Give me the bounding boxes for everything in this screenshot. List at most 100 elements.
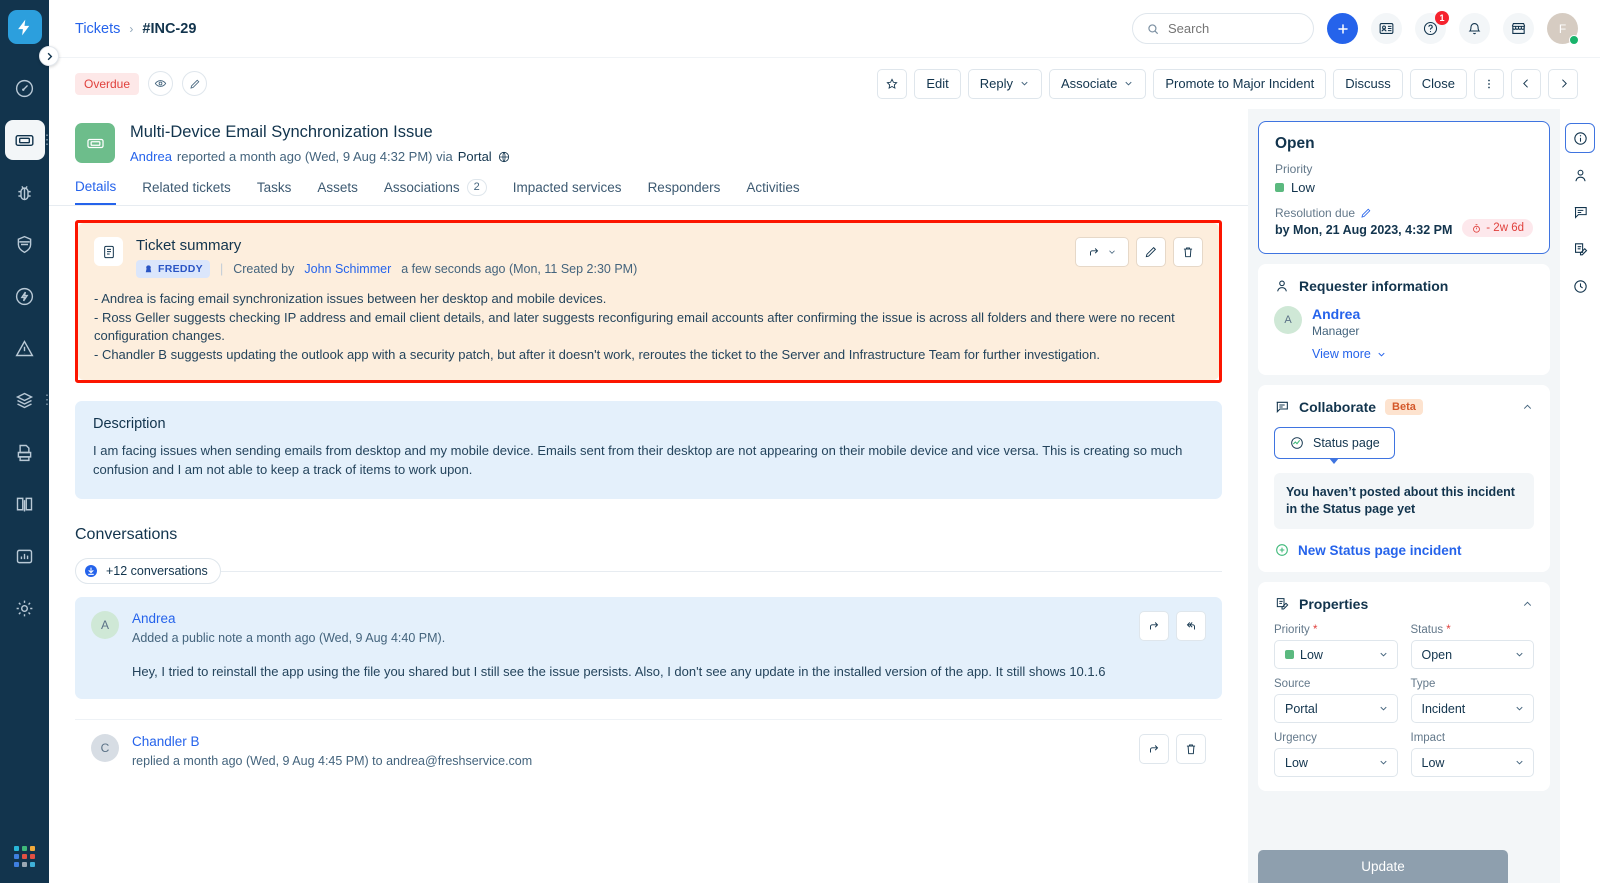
notifications-button[interactable] <box>1459 13 1490 44</box>
globe-icon <box>497 150 511 164</box>
tab-assets[interactable]: Assets <box>317 179 358 205</box>
chevron-down-icon <box>1514 757 1525 768</box>
quick-edit-button[interactable] <box>182 71 208 96</box>
sidebar-tickets-more-icon[interactable]: ⋮ <box>41 133 54 146</box>
beta-badge: Beta <box>1385 399 1423 415</box>
breadcrumb-separator: › <box>129 21 134 36</box>
breadcrumb-tickets-link[interactable]: Tickets <box>75 21 120 37</box>
sidebar-collapse-toggle[interactable] <box>39 46 59 66</box>
required-marker: * <box>1309 624 1318 636</box>
priority-select[interactable]: Low <box>1274 640 1398 669</box>
avatar: A <box>91 611 119 639</box>
favorite-button[interactable] <box>877 68 908 99</box>
requester-card-header: Requester information <box>1274 278 1534 294</box>
page-title: Multi-Device Email Synchronization Issue <box>130 123 433 141</box>
tab-associations[interactable]: Associations 2 <box>384 179 487 205</box>
edit-button[interactable]: Edit <box>914 68 961 99</box>
promote-major-incident-button[interactable]: Promote to Major Incident <box>1153 68 1327 99</box>
reply-all-button[interactable] <box>1176 611 1206 641</box>
field-label-text: Status <box>1410 624 1444 636</box>
watch-button[interactable] <box>148 71 174 96</box>
status-page-button[interactable]: Status page <box>1274 427 1395 464</box>
requester-name[interactable]: Andrea <box>1312 306 1387 322</box>
new-button[interactable] <box>1327 13 1358 44</box>
previous-ticket-button[interactable] <box>1511 68 1541 99</box>
sidebar-item-dashboard[interactable] <box>5 68 45 108</box>
collaborate-tab[interactable] <box>1565 197 1595 227</box>
collapse-properties-icon[interactable] <box>1521 598 1534 611</box>
sidebar-item-solutions[interactable] <box>5 484 45 524</box>
status-page-caret <box>1329 458 1340 464</box>
tab-responders[interactable]: Responders <box>648 179 721 205</box>
source-select-value: Portal <box>1285 701 1318 716</box>
properties-card: Properties Priority * Low Status * Open … <box>1258 582 1550 791</box>
source-select[interactable]: Portal <box>1274 694 1398 723</box>
pencil-icon[interactable] <box>1360 207 1372 219</box>
view-more-button[interactable]: View more <box>1312 347 1387 361</box>
collapse-collaborate-icon[interactable] <box>1521 401 1534 414</box>
conversation-content: Chandler B replied a month ago (Wed, 9 A… <box>132 734 532 768</box>
sidebar-item-alerts[interactable] <box>5 328 45 368</box>
sidebar-item-contracts[interactable] <box>5 432 45 472</box>
associate-button[interactable]: Associate <box>1049 68 1147 99</box>
new-status-page-incident-button[interactable]: New Status page incident <box>1274 542 1534 558</box>
associations-count: 2 <box>466 179 487 196</box>
description-card: Description I am facing issues when send… <box>75 401 1222 499</box>
tab-related-tickets[interactable]: Related tickets <box>142 179 231 205</box>
tab-tasks[interactable]: Tasks <box>257 179 292 205</box>
type-select[interactable]: Incident <box>1410 694 1534 723</box>
chart-icon <box>14 546 35 567</box>
forward-button[interactable] <box>1139 734 1169 764</box>
urgency-select[interactable]: Low <box>1274 748 1398 777</box>
help-button[interactable]: 1 <box>1415 11 1449 44</box>
properties-tab[interactable] <box>1565 234 1595 264</box>
tab-activities[interactable]: Activities <box>746 179 799 205</box>
status-select[interactable]: Open <box>1410 640 1534 669</box>
forward-button[interactable] <box>1139 611 1169 641</box>
more-options-button[interactable] <box>1474 68 1504 99</box>
freshservice-logo-icon[interactable] <box>7 10 42 44</box>
next-ticket-button[interactable] <box>1548 68 1578 99</box>
requester-tab[interactable] <box>1565 160 1595 190</box>
sidebar-item-changes[interactable] <box>5 224 45 264</box>
search-input[interactable] <box>1132 13 1314 44</box>
sidebar-item-releases[interactable] <box>5 276 45 316</box>
right-region: Open Priority Low Resolution due by Mon,… <box>1248 109 1600 883</box>
summary-author-link[interactable]: John Schimmer <box>304 262 391 276</box>
tab-impacted-services[interactable]: Impacted services <box>513 179 622 205</box>
sidebar-item-problems[interactable] <box>5 172 45 212</box>
close-button[interactable]: Close <box>1409 68 1467 99</box>
tab-details[interactable]: Details <box>75 179 117 205</box>
search-field[interactable] <box>1168 21 1288 36</box>
details-tab[interactable] <box>1565 123 1595 153</box>
sidebar-item-tickets[interactable]: ⋮ <box>4 120 54 160</box>
edit-summary-button[interactable] <box>1136 237 1166 267</box>
expand-conversations-button[interactable]: +12 conversations <box>75 558 221 584</box>
marketplace-button[interactable] <box>1503 13 1534 44</box>
conversation-author[interactable]: Chandler B <box>132 734 532 749</box>
impact-select[interactable]: Low <box>1410 748 1534 777</box>
tab-label: Impacted services <box>512 180 622 195</box>
view-more-label: View more <box>1312 347 1371 361</box>
discuss-button[interactable]: Discuss <box>1333 68 1403 99</box>
activity-tab[interactable] <box>1565 271 1595 301</box>
update-button[interactable]: Update <box>1258 850 1508 883</box>
plus-icon <box>1335 21 1351 37</box>
freddy-badge: FREDDY <box>136 260 210 278</box>
sidebar-item-assets[interactable]: ⋮ <box>5 380 54 420</box>
conversation-author[interactable]: Andrea <box>132 611 1105 626</box>
contacts-button[interactable] <box>1371 13 1402 44</box>
delete-button[interactable] <box>1176 734 1206 764</box>
clipboard-edit-icon <box>1572 241 1589 258</box>
sidebar-item-admin[interactable] <box>5 588 45 628</box>
chevron-down-icon <box>1019 78 1030 89</box>
reply-button[interactable]: Reply <box>967 68 1042 99</box>
app-grid-icon[interactable] <box>14 846 35 867</box>
reporter-link[interactable]: Andrea <box>130 149 172 164</box>
summary-bullet: - Andrea is facing email synchronization… <box>94 291 607 306</box>
delete-summary-button[interactable] <box>1173 237 1203 267</box>
sidebar-item-analytics[interactable] <box>5 536 45 576</box>
avatar[interactable]: F <box>1547 13 1579 45</box>
details-scroll-area[interactable]: Ticket summary FREDDY | Created by John … <box>49 206 1248 883</box>
share-summary-button[interactable] <box>1075 237 1129 267</box>
